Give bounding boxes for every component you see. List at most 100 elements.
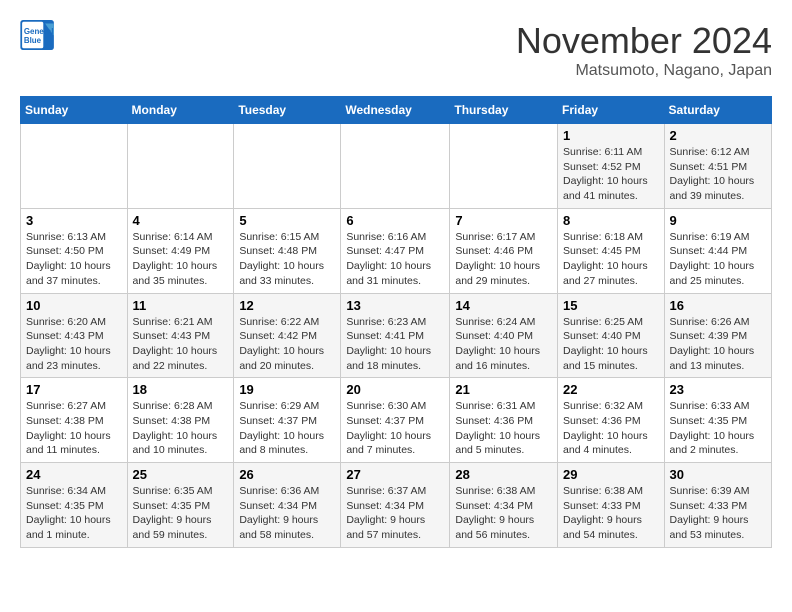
day-number: 28: [455, 467, 552, 482]
header: General Blue November 2024 Matsumoto, Na…: [20, 20, 772, 80]
calendar-cell: 3 Sunrise: 6:13 AM Sunset: 4:50 PM Daylig…: [21, 208, 128, 293]
day-info: Sunrise: 6:29 AM Sunset: 4:37 PM Dayligh…: [239, 399, 335, 458]
calendar-table: SundayMondayTuesdayWednesdayThursdayFrid…: [20, 96, 772, 548]
calendar-cell: 16 Sunrise: 6:26 AM Sunset: 4:39 PM Dayli…: [664, 293, 771, 378]
calendar-cell: 13 Sunrise: 6:23 AM Sunset: 4:41 PM Dayli…: [341, 293, 450, 378]
day-info: Sunrise: 6:38 AM Sunset: 4:33 PM Dayligh…: [563, 484, 659, 543]
day-info: Sunrise: 6:25 AM Sunset: 4:40 PM Dayligh…: [563, 315, 659, 374]
day-info: Sunrise: 6:38 AM Sunset: 4:34 PM Dayligh…: [455, 484, 552, 543]
week-row-2: 3 Sunrise: 6:13 AM Sunset: 4:50 PM Daylig…: [21, 208, 772, 293]
day-info: Sunrise: 6:33 AM Sunset: 4:35 PM Dayligh…: [670, 399, 766, 458]
calendar-cell: 23 Sunrise: 6:33 AM Sunset: 4:35 PM Dayli…: [664, 378, 771, 463]
calendar-cell: 9 Sunrise: 6:19 AM Sunset: 4:44 PM Daylig…: [664, 208, 771, 293]
day-info: Sunrise: 6:24 AM Sunset: 4:40 PM Dayligh…: [455, 315, 552, 374]
day-number: 9: [670, 213, 766, 228]
calendar-cell: 24Sunrise: 6:34 AM Sunset: 4:35 PM Dayli…: [21, 463, 128, 548]
weekday-header-tuesday: Tuesday: [234, 97, 341, 124]
weekday-header-wednesday: Wednesday: [341, 97, 450, 124]
calendar-cell: 11 Sunrise: 6:21 AM Sunset: 4:43 PM Dayli…: [127, 293, 234, 378]
day-number: 17: [26, 382, 122, 397]
svg-text:General: General: [24, 27, 54, 36]
day-number: 21: [455, 382, 552, 397]
calendar-cell: [234, 124, 341, 209]
title-area: November 2024 Matsumoto, Nagano, Japan: [516, 20, 772, 80]
calendar-cell: 19 Sunrise: 6:29 AM Sunset: 4:37 PM Dayli…: [234, 378, 341, 463]
day-info: Sunrise: 6:18 AM Sunset: 4:45 PM Dayligh…: [563, 230, 659, 289]
day-number: 2: [670, 128, 766, 143]
day-number: 30: [670, 467, 766, 482]
day-number: 20: [346, 382, 444, 397]
week-row-1: 1Sunrise: 6:11 AM Sunset: 4:52 PM Daylig…: [21, 124, 772, 209]
week-row-3: 10 Sunrise: 6:20 AM Sunset: 4:43 PM Dayli…: [21, 293, 772, 378]
week-row-4: 17 Sunrise: 6:27 AM Sunset: 4:38 PM Dayli…: [21, 378, 772, 463]
calendar-cell: 30Sunrise: 6:39 AM Sunset: 4:33 PM Dayli…: [664, 463, 771, 548]
day-info: Sunrise: 6:15 AM Sunset: 4:48 PM Dayligh…: [239, 230, 335, 289]
day-info: Sunrise: 6:22 AM Sunset: 4:42 PM Dayligh…: [239, 315, 335, 374]
calendar-cell: 15Sunrise: 6:25 AM Sunset: 4:40 PM Dayli…: [558, 293, 665, 378]
weekday-header-row: SundayMondayTuesdayWednesdayThursdayFrid…: [21, 97, 772, 124]
day-info: Sunrise: 6:31 AM Sunset: 4:36 PM Dayligh…: [455, 399, 552, 458]
calendar-cell: 25 Sunrise: 6:35 AM Sunset: 4:35 PM Dayli…: [127, 463, 234, 548]
calendar-cell: [450, 124, 558, 209]
day-number: 25: [133, 467, 229, 482]
day-number: 18: [133, 382, 229, 397]
logo: General Blue: [20, 20, 56, 50]
svg-text:Blue: Blue: [24, 36, 42, 45]
calendar-cell: [341, 124, 450, 209]
day-info: Sunrise: 6:28 AM Sunset: 4:38 PM Dayligh…: [133, 399, 229, 458]
day-info: Sunrise: 6:26 AM Sunset: 4:39 PM Dayligh…: [670, 315, 766, 374]
weekday-header-friday: Friday: [558, 97, 665, 124]
day-info: Sunrise: 6:35 AM Sunset: 4:35 PM Dayligh…: [133, 484, 229, 543]
day-number: 14: [455, 298, 552, 313]
logo-icon: General Blue: [20, 20, 56, 50]
calendar-cell: 8 Sunrise: 6:18 AM Sunset: 4:45 PM Daylig…: [558, 208, 665, 293]
calendar-cell: 22Sunrise: 6:32 AM Sunset: 4:36 PM Dayli…: [558, 378, 665, 463]
day-number: 12: [239, 298, 335, 313]
calendar-cell: 29 Sunrise: 6:38 AM Sunset: 4:33 PM Dayli…: [558, 463, 665, 548]
day-info: Sunrise: 6:13 AM Sunset: 4:50 PM Dayligh…: [26, 230, 122, 289]
calendar-cell: [21, 124, 128, 209]
day-info: Sunrise: 6:23 AM Sunset: 4:41 PM Dayligh…: [346, 315, 444, 374]
day-info: Sunrise: 6:30 AM Sunset: 4:37 PM Dayligh…: [346, 399, 444, 458]
day-number: 22: [563, 382, 659, 397]
day-number: 10: [26, 298, 122, 313]
calendar-cell: 10 Sunrise: 6:20 AM Sunset: 4:43 PM Dayli…: [21, 293, 128, 378]
calendar-cell: 14 Sunrise: 6:24 AM Sunset: 4:40 PM Dayli…: [450, 293, 558, 378]
week-row-5: 24Sunrise: 6:34 AM Sunset: 4:35 PM Dayli…: [21, 463, 772, 548]
calendar-cell: 26 Sunrise: 6:36 AM Sunset: 4:34 PM Dayli…: [234, 463, 341, 548]
day-number: 23: [670, 382, 766, 397]
day-number: 27: [346, 467, 444, 482]
calendar-cell: 17 Sunrise: 6:27 AM Sunset: 4:38 PM Dayli…: [21, 378, 128, 463]
day-info: Sunrise: 6:21 AM Sunset: 4:43 PM Dayligh…: [133, 315, 229, 374]
calendar-cell: 28 Sunrise: 6:38 AM Sunset: 4:34 PM Dayli…: [450, 463, 558, 548]
calendar-cell: 6Sunrise: 6:16 AM Sunset: 4:47 PM Daylig…: [341, 208, 450, 293]
weekday-header-thursday: Thursday: [450, 97, 558, 124]
day-info: Sunrise: 6:12 AM Sunset: 4:51 PM Dayligh…: [670, 145, 766, 204]
day-number: 4: [133, 213, 229, 228]
day-number: 8: [563, 213, 659, 228]
day-number: 6: [346, 213, 444, 228]
day-number: 7: [455, 213, 552, 228]
month-title: November 2024: [516, 20, 772, 62]
calendar-cell: 27 Sunrise: 6:37 AM Sunset: 4:34 PM Dayli…: [341, 463, 450, 548]
calendar-cell: 7 Sunrise: 6:17 AM Sunset: 4:46 PM Daylig…: [450, 208, 558, 293]
day-info: Sunrise: 6:20 AM Sunset: 4:43 PM Dayligh…: [26, 315, 122, 374]
calendar-cell: 12 Sunrise: 6:22 AM Sunset: 4:42 PM Dayli…: [234, 293, 341, 378]
day-info: Sunrise: 6:19 AM Sunset: 4:44 PM Dayligh…: [670, 230, 766, 289]
day-info: Sunrise: 6:37 AM Sunset: 4:34 PM Dayligh…: [346, 484, 444, 543]
day-number: 13: [346, 298, 444, 313]
calendar-cell: 2 Sunrise: 6:12 AM Sunset: 4:51 PM Daylig…: [664, 124, 771, 209]
day-number: 24: [26, 467, 122, 482]
day-number: 29: [563, 467, 659, 482]
day-info: Sunrise: 6:17 AM Sunset: 4:46 PM Dayligh…: [455, 230, 552, 289]
calendar-cell: 1Sunrise: 6:11 AM Sunset: 4:52 PM Daylig…: [558, 124, 665, 209]
day-number: 11: [133, 298, 229, 313]
day-number: 26: [239, 467, 335, 482]
day-info: Sunrise: 6:14 AM Sunset: 4:49 PM Dayligh…: [133, 230, 229, 289]
day-number: 3: [26, 213, 122, 228]
day-info: Sunrise: 6:36 AM Sunset: 4:34 PM Dayligh…: [239, 484, 335, 543]
day-number: 19: [239, 382, 335, 397]
day-info: Sunrise: 6:27 AM Sunset: 4:38 PM Dayligh…: [26, 399, 122, 458]
day-number: 16: [670, 298, 766, 313]
calendar-cell: 20 Sunrise: 6:30 AM Sunset: 4:37 PM Dayli…: [341, 378, 450, 463]
